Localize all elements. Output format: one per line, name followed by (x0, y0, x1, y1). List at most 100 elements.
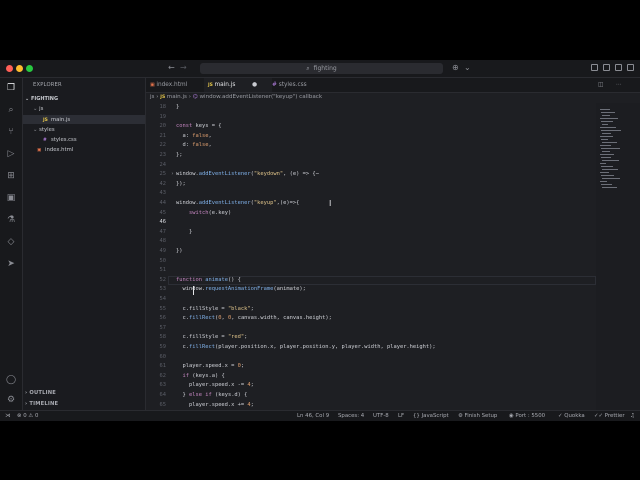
tab-index-html[interactable]: ▣ index.html (146, 78, 208, 92)
tree-item-styles-folder[interactable]: ⌄ styles (33, 126, 55, 134)
minimap-line (601, 112, 615, 113)
code-editor[interactable]: 18} 19 20 const keys = {21 a: false, 22 d: f… (146, 103, 596, 410)
encoding[interactable]: UTF-8 (373, 411, 389, 421)
more-actions-icon[interactable]: ⋯ (616, 78, 622, 92)
tree-item-styles-css[interactable]: # styles.css (43, 136, 77, 145)
search-text: fighting (313, 65, 337, 72)
tab-main-js[interactable]: JS main.js ● (204, 78, 272, 92)
minimap[interactable] (596, 103, 640, 410)
code-line: c.fillRect(0, 0, canvas.width, canvas.he… (176, 315, 332, 322)
minimap-line (600, 163, 606, 164)
minimap-line (600, 118, 618, 119)
explorer-sidebar: EXPLORER ⌄ FIGHTING ⌄ js JS main.js ⌄ sty… (23, 78, 146, 410)
line-number: 64 (159, 392, 167, 398)
line-number: 50 (159, 257, 167, 264)
line-number: 20 (159, 123, 167, 130)
back-arrow-icon[interactable]: ← (168, 63, 175, 73)
line-number: 43 (159, 190, 167, 197)
remote-indicator-icon[interactable]: ⋊ (5, 411, 10, 421)
minimap-line (602, 115, 610, 116)
quokka-status[interactable]: ✓ Quokka (558, 411, 585, 421)
line-number: 19 (159, 113, 167, 120)
tree-item-main-js[interactable]: JS main.js (43, 116, 70, 125)
tab-styles-css[interactable]: # styles.css (268, 78, 338, 92)
tree-item-index-html[interactable]: ▣ index.html (37, 146, 73, 155)
breadcrumb: js › JS main.js › ⌬ window.addEventListe… (150, 93, 322, 102)
minimap-line (600, 181, 607, 182)
maximize-window-button[interactable] (26, 65, 33, 72)
account-icon[interactable]: ◯ (5, 374, 17, 386)
unsaved-dot-icon[interactable]: ● (252, 78, 257, 92)
code-line: } else if (keys.d) { (176, 392, 248, 398)
minimap-line (600, 136, 613, 137)
live-server-port[interactable]: ◉ Port : 5500 (509, 411, 545, 421)
minimap-line (602, 169, 618, 170)
code-line: player.speed.x -= 4; (176, 382, 254, 389)
prettier-status[interactable]: ✓✓ Prettier (594, 411, 625, 421)
indentation[interactable]: Spaces: 4 (338, 411, 364, 421)
selected-row-highlight (23, 115, 145, 124)
minimap-line (601, 121, 613, 122)
code-line: } (176, 228, 193, 235)
manage-gear-icon[interactable]: ⚙ (5, 394, 17, 406)
notifications-bell-icon[interactable]: ♫ (630, 411, 635, 421)
command-center-search[interactable]: ⌕ fighting (200, 63, 443, 74)
close-window-button[interactable] (6, 65, 13, 72)
forward-arrow-icon[interactable]: → (180, 63, 187, 73)
line-number: 44 (159, 200, 167, 206)
copilot-icon[interactable]: ⊕ (452, 63, 459, 73)
code-line: a: false, (176, 132, 212, 139)
line-number: 21 (159, 132, 167, 139)
source-control-icon[interactable]: ⑂ (5, 126, 17, 138)
mouse-i-beam-cursor: I (329, 199, 332, 208)
minimize-window-button[interactable] (16, 65, 23, 72)
minimap-line (601, 139, 608, 140)
minimap-line (601, 148, 620, 149)
toggle-secondary-sidebar-icon[interactable] (615, 64, 622, 71)
minimap-line (600, 154, 614, 155)
line-number: 45 (159, 209, 167, 216)
code-line: window.requestAnimationFrame(animate); (176, 286, 306, 293)
language-mode[interactable]: {} JavaScript (413, 411, 449, 421)
run-debug-icon[interactable]: ▷ (5, 148, 17, 160)
cursor-position[interactable]: Ln 46, Col 9 (297, 411, 329, 421)
vscode-window: ← → ⌕ fighting ⊕ ⌄ ❐ ⌕ ⑂ ▷ ⊞ ▣ ⚗ ◇ ➤ ◯ ⚙ … (0, 60, 640, 421)
breadcrumb-symbol[interactable]: window.addEventListener("keyup") callbac… (199, 94, 322, 100)
minimap-line (600, 145, 611, 146)
text-cursor (193, 285, 194, 295)
breadcrumb-folder[interactable]: js (150, 94, 154, 100)
toggle-sidebar-icon[interactable] (591, 64, 598, 71)
remote-explorer-icon[interactable]: ▣ (5, 192, 17, 204)
code-line: }) (176, 248, 183, 254)
code-line: function animate() { (176, 276, 241, 283)
customize-layout-icon[interactable] (627, 64, 634, 71)
problems-indicator[interactable]: ⊗ 0 ⚠ 0 (17, 411, 38, 421)
extensions-icon[interactable]: ⊞ (5, 170, 17, 182)
code-line: window.addEventListener("keydown", (e) =… (176, 171, 319, 178)
fold-chevron-icon[interactable]: › (168, 170, 174, 180)
finish-setup-button[interactable]: ⚙ Finish Setup (458, 411, 497, 421)
toggle-panel-icon[interactable] (603, 64, 610, 71)
editor-tabs: ▣ index.html JS main.js ● # styles.css ◫ … (146, 78, 640, 93)
line-number: 46 (159, 219, 167, 226)
root-folder[interactable]: ⌄ FIGHTING (25, 95, 58, 103)
chevron-down-icon[interactable]: ⌄ (464, 63, 471, 73)
breadcrumb-file[interactable]: main.js (167, 94, 187, 100)
code-line: c.fillRect(player.position.x, player.pos… (176, 344, 436, 350)
line-number: 49 (159, 248, 167, 254)
search-icon[interactable]: ⌕ (5, 104, 17, 116)
split-editor-icon[interactable]: ◫ (598, 78, 603, 92)
testing-icon[interactable]: ⚗ (5, 214, 17, 226)
outline-section[interactable]: › OUTLINE (25, 389, 56, 397)
tree-item-js-folder[interactable]: ⌄ js (33, 105, 43, 113)
minimap-line (600, 172, 609, 173)
code-line: d: false, (176, 142, 212, 149)
line-number: 48 (159, 238, 167, 245)
docker-icon[interactable]: ◇ (5, 236, 17, 248)
explorer-icon[interactable]: ❐ (5, 82, 17, 94)
minimap-line (601, 175, 614, 176)
timeline-section[interactable]: › TIMELINE (25, 400, 58, 408)
end-of-line[interactable]: LF (398, 411, 404, 421)
live-share-icon[interactable]: ➤ (5, 258, 17, 270)
line-number: 61 (159, 363, 167, 370)
